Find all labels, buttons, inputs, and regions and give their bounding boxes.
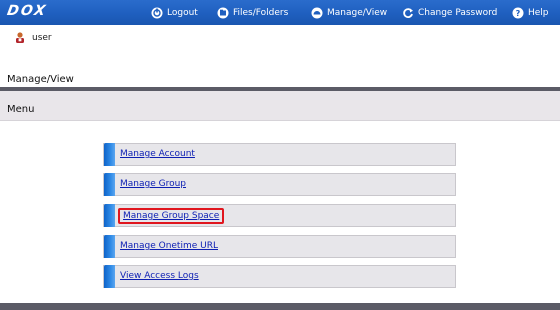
manage-onetime-url-link[interactable]: Manage Onetime URL <box>120 241 218 251</box>
files-folders-label: Files/Folders <box>233 7 289 18</box>
user-icon <box>16 32 24 43</box>
svg-text:?: ? <box>516 9 521 18</box>
current-user: user <box>15 31 52 45</box>
change-password-link[interactable]: Change Password <box>402 0 497 25</box>
top-navigation-bar: DOX Logout Files/Folders Manage/View Cha… <box>0 0 560 25</box>
menu-item-tab <box>104 173 115 196</box>
logout-icon <box>151 7 163 18</box>
user-name: user <box>32 33 52 43</box>
manage-icon <box>311 7 323 18</box>
menu-item-manage-account: Manage Account <box>103 143 456 166</box>
change-password-label: Change Password <box>418 7 498 18</box>
help-label: Help <box>528 7 549 18</box>
menu-item-tab <box>104 235 115 258</box>
menu-item-tab <box>104 265 115 288</box>
manage-account-link[interactable]: Manage Account <box>120 149 195 159</box>
folders-icon <box>217 7 229 18</box>
manage-view-label: Manage/View <box>327 7 388 18</box>
menu-item-manage-onetime-url: Manage Onetime URL <box>103 235 456 258</box>
refresh-icon <box>403 7 413 18</box>
menu-item-view-access-logs: View Access Logs <box>103 265 456 288</box>
logout-label: Logout <box>167 7 198 18</box>
view-access-logs-link[interactable]: View Access Logs <box>120 271 199 281</box>
menu-item-tab <box>104 143 115 166</box>
help-link[interactable]: ? Help <box>512 0 549 25</box>
menu-item-manage-group: Manage Group <box>103 173 456 196</box>
footer-divider <box>0 303 560 310</box>
help-icon: ? <box>512 7 524 18</box>
menu-title: Menu <box>7 104 35 115</box>
manage-view-link[interactable]: Manage/View <box>311 0 387 25</box>
manage-group-space-link[interactable]: Manage Group Space <box>118 208 225 224</box>
page-title: Manage/View <box>7 74 74 85</box>
menu-header-band <box>0 91 560 121</box>
manage-group-link[interactable]: Manage Group <box>120 179 186 189</box>
menu-item-tab <box>104 204 115 227</box>
files-folders-link[interactable]: Files/Folders <box>217 0 288 25</box>
dox-logo: DOX <box>5 3 49 19</box>
logout-link[interactable]: Logout <box>151 0 198 25</box>
menu-item-manage-group-space: Manage Group Space <box>103 204 456 227</box>
